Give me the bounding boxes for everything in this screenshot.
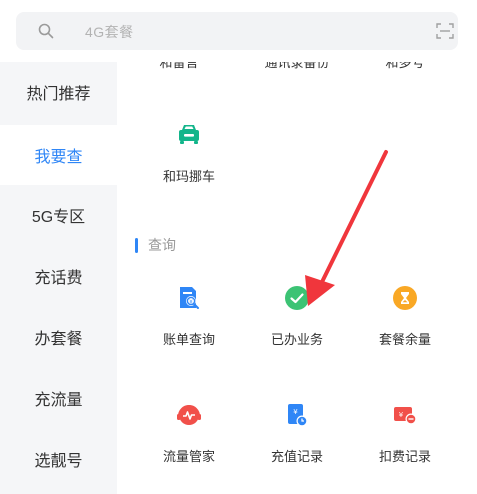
sidebar-item-hot[interactable]: 热门推荐 [0,62,117,122]
search-placeholder[interactable]: 4G套餐 [85,22,134,42]
top-bar: 4G套餐 [0,0,477,62]
svg-text:¥: ¥ [293,408,298,416]
service-label: 套餐余量 [378,332,431,347]
clipped-row: 和留言 通讯录备份 和多号 [117,62,477,74]
sidebar-item-label: 办套餐 [34,331,83,348]
sidebar-item-number[interactable]: 选靓号 [0,429,117,489]
service-bill-query[interactable]: ¥ 账单查询 [139,285,239,348]
traffic-manager-icon [177,405,201,425]
service-move-car[interactable]: 和玛挪车 [139,122,239,185]
search-bar[interactable]: 4G套餐 [16,12,458,50]
service-label: 账单查询 [162,332,215,347]
service-label[interactable]: 和留言 [159,62,198,70]
recharge-record-icon: ¥ [288,404,308,427]
sidebar-item-label: 充流量 [34,392,83,409]
car-icon [179,125,199,144]
service-recharge-record[interactable]: ¥ 充值记录 [247,402,347,465]
sidebar-item-label: 充话费 [34,270,83,287]
hourglass-icon [393,286,417,310]
sidebar-item-query[interactable]: 我要查 [0,125,117,185]
sidebar-item-recharge[interactable]: 充话费 [0,246,117,306]
service-label[interactable]: 和多号 [385,62,424,70]
check-circle-icon [285,286,309,310]
service-deduction-record[interactable]: ¥ 扣费记录 [355,402,455,465]
section-accent-bar [135,237,138,253]
service-label: 充值记录 [270,449,323,464]
sidebar-item-label: 我要查 [34,149,83,166]
service-plan-balance[interactable]: 套餐余量 [355,285,455,348]
search-icon [38,23,54,39]
service-label: 扣费记录 [378,449,431,464]
section-title: 查询 [148,237,176,253]
service-processed-business[interactable]: 已办业务 [247,285,347,348]
service-content: 和留言 通讯录备份 和多号 和玛挪车 查询 ¥ 账单查询 已办业务 套餐余量 流… [117,62,477,494]
bill-query-icon: ¥ [180,287,199,309]
sidebar-item-plan[interactable]: 办套餐 [0,307,117,367]
deduction-record-icon: ¥ [394,407,417,425]
service-label: 流量管家 [162,449,215,464]
sidebar-item-label: 热门推荐 [26,86,91,103]
service-label: 和玛挪车 [162,169,215,184]
service-label: 已办业务 [270,332,323,347]
svg-text:¥: ¥ [399,411,404,419]
sidebar-item-5g[interactable]: 5G专区 [0,185,117,245]
scan-icon[interactable] [436,23,454,39]
service-traffic-manager[interactable]: 流量管家 [139,402,239,465]
service-label[interactable]: 通讯录备份 [264,62,329,70]
sidebar-item-data[interactable]: 充流量 [0,368,117,428]
category-sidebar: 热门推荐 我要查 5G专区 充话费 办套餐 充流量 选靓号 [0,62,117,494]
sidebar-item-label: 选靓号 [34,453,83,470]
sidebar-item-label: 5G专区 [31,209,86,226]
section-header-query: 查询 [135,236,176,254]
svg-text:¥: ¥ [189,299,193,305]
